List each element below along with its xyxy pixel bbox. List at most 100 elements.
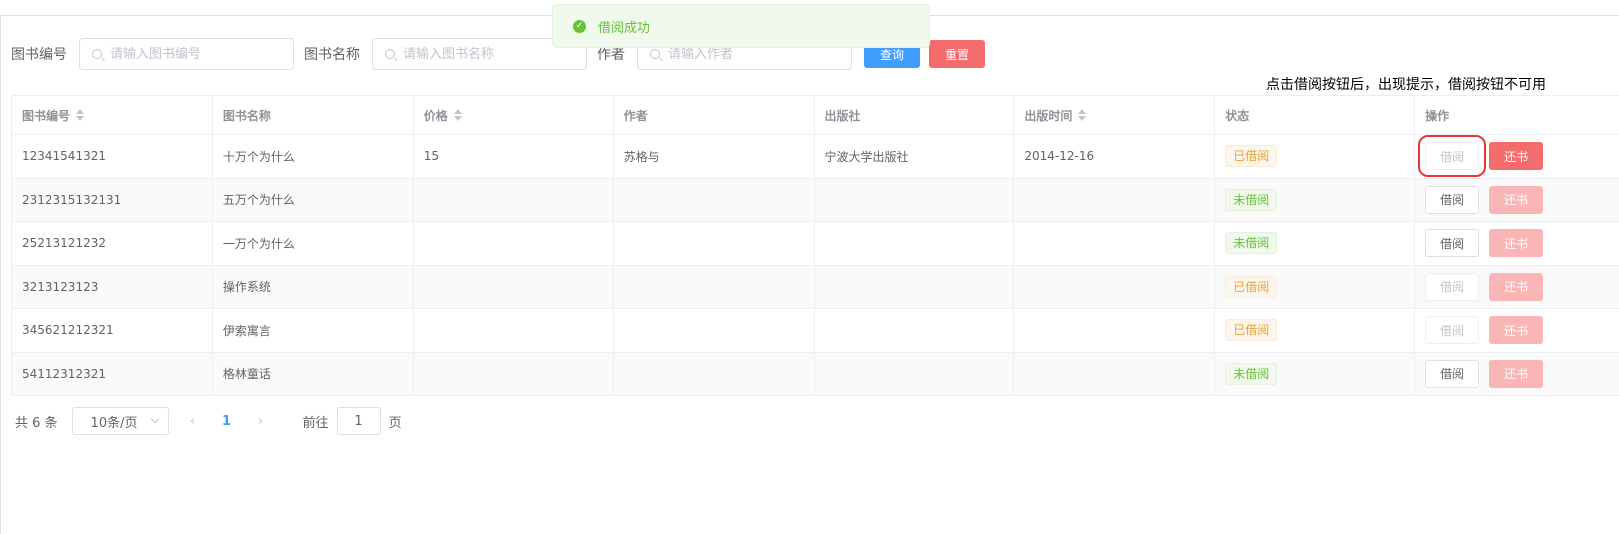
borrow-button[interactable]: 借阅: [1425, 185, 1480, 214]
prev-page-icon[interactable]: ‹: [183, 414, 203, 429]
toast-message: 借阅成功: [598, 20, 651, 36]
return-button[interactable]: 还书: [1489, 142, 1544, 171]
search-icon: [385, 49, 395, 59]
return-button[interactable]: 还书: [1489, 272, 1544, 301]
cell-publish-date: 2014-12-16: [1014, 135, 1216, 178]
goto-page-input[interactable]: [336, 407, 381, 435]
book-name-input[interactable]: [403, 46, 573, 62]
cell-publisher: [815, 352, 1015, 395]
borrow-button[interactable]: 借阅: [1425, 359, 1480, 388]
book-id-label: 图书编号: [11, 47, 67, 63]
total-count: 共 6 条: [15, 415, 58, 431]
return-button[interactable]: 还书: [1489, 229, 1544, 258]
table-row: 54112312321 格林童话 未借阅 借阅 还书: [12, 352, 1619, 396]
cell-status: 已借阅: [1215, 309, 1416, 352]
sort-icon[interactable]: [76, 109, 85, 121]
next-page-icon[interactable]: ›: [251, 414, 271, 429]
cell-status: 未借阅: [1215, 178, 1416, 221]
table-header: 图书编号 图书名称 价格 作者 出版社 出版时间 状态 操作: [12, 96, 1619, 135]
chevron-down-icon: [150, 414, 159, 424]
cell-actions: 借阅 还书: [1415, 222, 1619, 265]
status-badge: 未借阅: [1225, 188, 1278, 211]
sort-icon[interactable]: [1078, 109, 1087, 121]
cell-price: [414, 222, 614, 265]
status-badge: 已借阅: [1225, 275, 1278, 298]
cell-author: [614, 352, 815, 395]
cell-status: 已借阅: [1215, 265, 1416, 308]
cell-price: [414, 309, 614, 352]
author-input[interactable]: [668, 46, 838, 62]
table-row: 12341541321 十万个为什么 15 苏格与 宁波大学出版社 2014-12-16 已…: [12, 135, 1619, 179]
page-size-select[interactable]: 10条/页: [71, 407, 169, 435]
cell-publisher: [815, 265, 1015, 308]
header-publisher: 出版社: [815, 96, 1015, 134]
book-id-field[interactable]: [79, 38, 294, 70]
cell-book-id: 25213121232: [12, 222, 213, 265]
cell-actions: 借阅 还书: [1415, 135, 1619, 178]
success-toast: ✓ 借阅成功: [552, 4, 930, 48]
cell-price: 15: [414, 135, 614, 178]
cell-publish-date: [1014, 309, 1216, 352]
header-book-name: 图书名称: [213, 96, 414, 134]
book-name-label: 图书名称: [304, 47, 360, 63]
cell-price: [414, 352, 614, 395]
goto-label: 前往: [302, 415, 329, 431]
cell-actions: 借阅 还书: [1415, 353, 1619, 396]
table-row: 3213123123 操作系统 已借阅 借阅 还书: [12, 265, 1619, 309]
books-table: 图书编号 图书名称 价格 作者 出版社 出版时间 状态 操作 123415413…: [11, 95, 1619, 396]
header-actions: 操作: [1425, 108, 1450, 123]
return-button[interactable]: 还书: [1489, 185, 1544, 214]
status-badge: 已借阅: [1225, 145, 1278, 168]
cell-publisher: [815, 178, 1015, 221]
cell-price: [414, 265, 614, 308]
cell-author: [614, 265, 815, 308]
cell-actions: 借阅 还书: [1415, 179, 1619, 222]
cell-book-name: 五万个为什么: [213, 178, 414, 221]
cell-publisher: [815, 309, 1015, 352]
borrow-button[interactable]: 借阅: [1418, 135, 1487, 178]
cell-publish-date: [1014, 352, 1216, 395]
header-book-id[interactable]: 图书编号: [12, 96, 213, 134]
cell-book-name: 一万个为什么: [213, 222, 414, 265]
cell-book-id: 2312315132131: [12, 178, 213, 221]
page-suffix: 页: [388, 415, 402, 431]
current-page[interactable]: 1: [217, 414, 237, 429]
book-id-input[interactable]: [110, 46, 280, 62]
header-status: 状态: [1215, 96, 1416, 134]
reset-button[interactable]: 重置: [929, 40, 985, 68]
cell-actions: 借阅 还书: [1415, 266, 1619, 309]
cell-book-id: 54112312321: [12, 352, 213, 395]
cell-book-id: 12341541321: [12, 135, 213, 178]
header-price[interactable]: 价格: [414, 96, 614, 134]
cell-publisher: [815, 222, 1015, 265]
cell-actions: 借阅 还书: [1415, 309, 1619, 352]
cell-author: 苏格与: [614, 135, 815, 178]
sort-icon[interactable]: [453, 109, 462, 121]
left-divider: [0, 15, 1, 534]
cell-publish-date: [1014, 265, 1216, 308]
header-publish-date[interactable]: 出版时间: [1014, 96, 1216, 134]
cell-book-name: 伊索寓言: [213, 309, 414, 352]
cell-author: [614, 222, 815, 265]
cell-publisher: 宁波大学出版社: [815, 135, 1015, 178]
cell-book-id: 345621212321: [12, 309, 213, 352]
cell-author: [614, 178, 815, 221]
cell-book-name: 格林童话: [213, 352, 414, 395]
cell-book-name: 操作系统: [213, 265, 414, 308]
borrow-button[interactable]: 借阅: [1425, 316, 1480, 345]
cell-book-name: 十万个为什么: [213, 135, 414, 178]
cell-publish-date: [1014, 178, 1216, 221]
borrow-button[interactable]: 借阅: [1425, 272, 1480, 301]
search-icon: [92, 49, 102, 59]
check-circle-icon: ✓: [573, 19, 586, 33]
search-icon: [650, 49, 660, 59]
borrow-button[interactable]: 借阅: [1425, 229, 1480, 258]
table-row: 25213121232 一万个为什么 未借阅 借阅 还书: [12, 222, 1619, 266]
return-button[interactable]: 还书: [1489, 316, 1544, 345]
header-author: 作者: [614, 96, 815, 134]
cell-price: [414, 178, 614, 221]
return-button[interactable]: 还书: [1489, 359, 1544, 388]
cell-book-id: 3213123123: [12, 265, 213, 308]
status-badge: 已借阅: [1225, 319, 1278, 342]
cell-publish-date: [1014, 222, 1216, 265]
